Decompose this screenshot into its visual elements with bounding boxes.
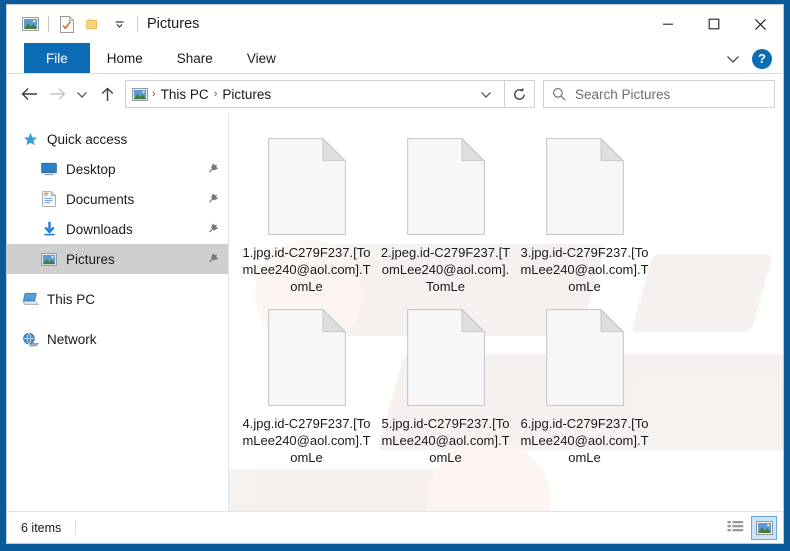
file-name: 5.jpg.id-C279F237.[TomLee240@aol.com].To…: [381, 416, 510, 465]
sidebar-label-this-pc: This PC: [47, 291, 96, 307]
pin-icon-downloads[interactable]: [202, 219, 221, 238]
sidebar-item-network[interactable]: Network: [7, 324, 228, 354]
forward-button[interactable]: [43, 80, 71, 108]
sidebar-label-desktop: Desktop: [66, 161, 116, 177]
up-button[interactable]: [93, 80, 121, 108]
tab-view[interactable]: View: [230, 43, 293, 73]
search-box[interactable]: [543, 80, 775, 108]
downloads-icon: [39, 220, 59, 238]
ribbon-right-controls: ?: [720, 43, 777, 74]
expand-ribbon-chevron-down-icon[interactable]: [720, 46, 746, 72]
properties-icon[interactable]: [54, 11, 80, 37]
sidebar-label-network: Network: [47, 331, 97, 347]
ribbon-tab-bar: File Home Share View ?: [7, 43, 783, 74]
breadcrumb-item-this-pc[interactable]: This PC: [157, 87, 213, 102]
file-item[interactable]: 5.jpg.id-C279F237.[TomLee240@aol.com].To…: [376, 303, 515, 474]
tab-share[interactable]: Share: [160, 43, 230, 73]
sidebar-label-pictures: Pictures: [66, 251, 115, 267]
desktop-icon: [39, 160, 59, 178]
pin-icon-desktop[interactable]: [202, 159, 221, 178]
explorer-body: Quick access Desktop Documents Downloads…: [7, 114, 783, 511]
blank-file-icon: [267, 138, 346, 235]
large-icons-view-button[interactable]: [751, 515, 777, 540]
file-list-view[interactable]: 1.jpg.id-C279F237.[TomLee240@aol.com].To…: [229, 114, 783, 511]
file-explorer-window: Pictures File Home Share View ? › This P…: [6, 4, 784, 544]
blank-file-icon: [545, 309, 624, 406]
tab-home[interactable]: Home: [90, 43, 160, 73]
file-name: 2.jpeg.id-C279F237.[TomLee240@aol.com].T…: [380, 245, 511, 294]
address-breadcrumb-bar[interactable]: › This PC › Pictures: [125, 80, 505, 108]
sidebar-item-quick-access[interactable]: Quick access: [7, 124, 228, 154]
sidebar-label-documents: Documents: [66, 191, 135, 207]
breadcrumb-item-pictures[interactable]: Pictures: [218, 87, 275, 102]
network-icon: [20, 330, 40, 348]
view-mode-buttons: [722, 515, 777, 540]
details-view-button[interactable]: [722, 516, 748, 540]
sidebar-item-downloads[interactable]: Downloads: [7, 214, 228, 244]
file-item[interactable]: 3.jpg.id-C279F237.[TomLee240@aol.com].To…: [515, 132, 654, 303]
file-item[interactable]: 6.jpg.id-C279F237.[TomLee240@aol.com].To…: [515, 303, 654, 474]
qat-separator-1: [48, 16, 49, 32]
sidebar-item-this-pc[interactable]: This PC: [7, 284, 228, 314]
documents-icon: [39, 190, 59, 208]
customize-qat-icon[interactable]: [106, 11, 132, 37]
thispc-icon: [20, 290, 40, 308]
breadcrumb-root-icon: [132, 87, 148, 101]
back-button[interactable]: [15, 80, 43, 108]
status-bar: 6 items: [7, 511, 783, 543]
close-button[interactable]: [737, 5, 783, 43]
pin-icon-pictures[interactable]: [202, 249, 221, 268]
qat-separator-2: [137, 16, 138, 32]
blank-file-icon: [267, 309, 346, 406]
title-bar: Pictures: [7, 5, 783, 43]
sidebar-gap-1: [7, 274, 228, 284]
blank-file-icon: [406, 138, 485, 235]
address-dropdown-chevron-down-icon[interactable]: [474, 90, 498, 99]
file-name: 4.jpg.id-C279F237.[TomLee240@aol.com].To…: [242, 416, 371, 465]
file-item[interactable]: 1.jpg.id-C279F237.[TomLee240@aol.com].To…: [237, 132, 376, 303]
navigation-pane: Quick access Desktop Documents Downloads…: [7, 114, 229, 511]
search-icon: [552, 87, 566, 101]
address-bar-row: › This PC › Pictures: [7, 74, 783, 114]
help-button[interactable]: ?: [752, 48, 772, 69]
search-input[interactable]: [575, 86, 766, 102]
quick-access-toolbar: Pictures: [7, 11, 199, 37]
file-name: 3.jpg.id-C279F237.[TomLee240@aol.com].To…: [520, 245, 649, 294]
recent-locations-chevron-down-icon[interactable]: [71, 80, 93, 108]
new-folder-icon[interactable]: [80, 11, 106, 37]
file-item[interactable]: 4.jpg.id-C279F237.[TomLee240@aol.com].To…: [237, 303, 376, 474]
status-separator: [75, 520, 77, 535]
sidebar-item-desktop[interactable]: Desktop: [7, 154, 228, 184]
sidebar-gap-2: [7, 314, 228, 324]
sidebar-label-downloads: Downloads: [66, 221, 133, 237]
window-title: Pictures: [147, 16, 200, 32]
window-controls: [645, 5, 783, 43]
pictures-folder-icon[interactable]: [17, 11, 43, 37]
blank-file-icon: [545, 138, 624, 235]
file-item[interactable]: 2.jpeg.id-C279F237.[TomLee240@aol.com].T…: [376, 132, 515, 303]
tab-file[interactable]: File: [24, 43, 90, 73]
item-count-label: 6 items: [21, 520, 62, 535]
refresh-button[interactable]: [505, 80, 535, 108]
blank-file-icon: [406, 309, 485, 406]
sidebar-item-documents[interactable]: Documents: [7, 184, 228, 214]
maximize-button[interactable]: [691, 5, 737, 43]
file-name: 1.jpg.id-C279F237.[TomLee240@aol.com].To…: [242, 245, 371, 294]
file-grid: 1.jpg.id-C279F237.[TomLee240@aol.com].To…: [229, 114, 783, 474]
pin-icon-documents[interactable]: [202, 189, 221, 208]
star-icon: [20, 130, 40, 148]
sidebar-label-quick-access: Quick access: [47, 131, 128, 147]
minimize-button[interactable]: [645, 5, 691, 43]
file-name: 6.jpg.id-C279F237.[TomLee240@aol.com].To…: [520, 416, 649, 465]
sidebar-item-pictures[interactable]: Pictures: [7, 244, 228, 274]
pictures-icon: [39, 250, 59, 268]
